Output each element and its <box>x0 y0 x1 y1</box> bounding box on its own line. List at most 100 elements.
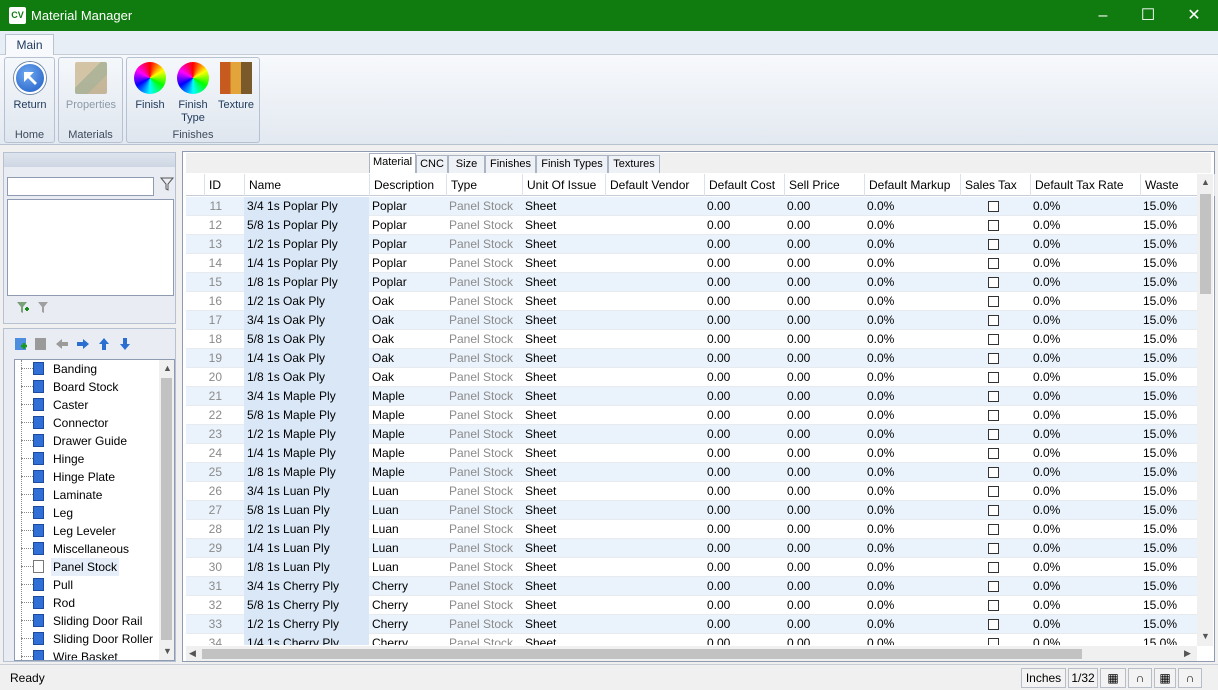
cell-default-cost[interactable]: 0.00 <box>704 539 784 558</box>
calculator-icon[interactable]: ▦ <box>1100 668 1126 688</box>
cell-type[interactable]: Panel Stock <box>446 349 522 368</box>
cell-id[interactable]: 17 <box>204 311 244 330</box>
cell-type[interactable]: Panel Stock <box>446 577 522 596</box>
table-row[interactable]: 19 1/4 1s Oak Ply Oak Panel Stock Sheet 0.00 0… <box>186 349 1197 368</box>
cell-default-cost[interactable]: 0.00 <box>704 254 784 273</box>
row-selector[interactable] <box>186 292 204 311</box>
cell-type[interactable]: Panel Stock <box>446 425 522 444</box>
cell-unit-of-issue[interactable]: Sheet <box>522 463 605 482</box>
column-header-default-tax-rate[interactable]: Default Tax Rate <box>1030 174 1140 196</box>
cell-id[interactable]: 11 <box>204 197 244 216</box>
cell-sales-tax[interactable] <box>960 615 1030 634</box>
cell-waste[interactable]: 15.0% <box>1140 235 1197 254</box>
cell-type[interactable]: Panel Stock <box>446 368 522 387</box>
cell-type[interactable]: Panel Stock <box>446 482 522 501</box>
cell-name[interactable]: 1/2 1s Cherry Ply <box>244 615 369 634</box>
table-row[interactable]: 26 3/4 1s Luan Ply Luan Panel Stock Sheet 0.0… <box>186 482 1197 501</box>
sales-tax-checkbox[interactable] <box>988 467 999 478</box>
tree-item-board-stock[interactable]: Board Stock <box>21 378 161 396</box>
cell-sales-tax[interactable] <box>960 482 1030 501</box>
add-category-icon[interactable] <box>13 337 29 353</box>
cell-default-cost[interactable]: 0.00 <box>704 520 784 539</box>
tree-item-rod[interactable]: Rod <box>21 594 161 612</box>
cell-unit-of-issue[interactable]: Sheet <box>522 615 605 634</box>
cell-default-vendor[interactable] <box>605 273 704 292</box>
cell-default-tax-rate[interactable]: 0.0% <box>1030 539 1140 558</box>
cell-name[interactable]: 1/4 1s Luan Ply <box>244 539 369 558</box>
cell-name[interactable]: 1/8 1s Luan Ply <box>244 558 369 577</box>
cell-unit-of-issue[interactable]: Sheet <box>522 197 605 216</box>
cell-default-vendor[interactable] <box>605 235 704 254</box>
row-selector[interactable] <box>186 482 204 501</box>
cell-default-markup[interactable]: 0.0% <box>864 577 960 596</box>
table-row[interactable]: 25 1/8 1s Maple Ply Maple Panel Stock Sheet 0… <box>186 463 1197 482</box>
cell-default-tax-rate[interactable]: 0.0% <box>1030 444 1140 463</box>
cell-default-markup[interactable]: 0.0% <box>864 273 960 292</box>
table-row[interactable]: 29 1/4 1s Luan Ply Luan Panel Stock Sheet 0.0… <box>186 539 1197 558</box>
cell-id[interactable]: 26 <box>204 482 244 501</box>
table-row[interactable]: 13 1/2 1s Poplar Ply Poplar Panel Stock Shee… <box>186 235 1197 254</box>
tree-item-pull[interactable]: Pull <box>21 576 161 594</box>
cell-sales-tax[interactable] <box>960 349 1030 368</box>
cell-description[interactable]: Poplar <box>369 254 446 273</box>
cell-default-tax-rate[interactable]: 0.0% <box>1030 577 1140 596</box>
grid-vscroll-thumb[interactable] <box>1200 194 1211 294</box>
return-button[interactable]: Return <box>8 62 52 112</box>
finish-button[interactable]: Finish <box>130 62 170 112</box>
move-down-icon[interactable] <box>117 337 133 353</box>
cell-type[interactable]: Panel Stock <box>446 197 522 216</box>
table-row[interactable]: 14 1/4 1s Poplar Ply Poplar Panel Stock Shee… <box>186 254 1197 273</box>
grid-scroll-down-icon[interactable]: ▼ <box>1201 631 1210 641</box>
cell-type[interactable]: Panel Stock <box>446 235 522 254</box>
cell-default-markup[interactable]: 0.0% <box>864 558 960 577</box>
cell-waste[interactable]: 15.0% <box>1140 539 1197 558</box>
tab-material[interactable]: Material <box>369 153 416 173</box>
cell-sales-tax[interactable] <box>960 387 1030 406</box>
cell-sales-tax[interactable] <box>960 501 1030 520</box>
cell-default-cost[interactable]: 0.00 <box>704 558 784 577</box>
sales-tax-checkbox[interactable] <box>988 429 999 440</box>
column-header-sell-price[interactable]: Sell Price <box>784 174 864 196</box>
cell-waste[interactable]: 15.0% <box>1140 577 1197 596</box>
cell-description[interactable]: Poplar <box>369 273 446 292</box>
grid-icon[interactable]: ▦ <box>1154 668 1176 688</box>
cell-waste[interactable]: 15.0% <box>1140 292 1197 311</box>
cell-description[interactable]: Poplar <box>369 216 446 235</box>
sales-tax-checkbox[interactable] <box>988 505 999 516</box>
row-selector[interactable] <box>186 577 204 596</box>
tree-item-miscellaneous[interactable]: Miscellaneous <box>21 540 161 558</box>
cell-default-markup[interactable]: 0.0% <box>864 463 960 482</box>
cell-sales-tax[interactable] <box>960 311 1030 330</box>
add-filter-icon[interactable] <box>16 301 30 315</box>
delete-category-icon[interactable] <box>33 337 49 353</box>
row-selector[interactable] <box>186 558 204 577</box>
table-row[interactable]: 22 5/8 1s Maple Ply Maple Panel Stock Sheet 0… <box>186 406 1197 425</box>
cell-default-markup[interactable]: 0.0% <box>864 197 960 216</box>
cell-sell-price[interactable]: 0.00 <box>784 501 864 520</box>
tree-item-leg-leveler[interactable]: Leg Leveler <box>21 522 161 540</box>
table-row[interactable]: 18 5/8 1s Oak Ply Oak Panel Stock Sheet 0.00 0… <box>186 330 1197 349</box>
cell-name[interactable]: 3/4 1s Maple Ply <box>244 387 369 406</box>
sales-tax-checkbox[interactable] <box>988 334 999 345</box>
table-row[interactable]: 21 3/4 1s Maple Ply Maple Panel Stock Sheet 0… <box>186 387 1197 406</box>
cell-description[interactable]: Oak <box>369 368 446 387</box>
cell-default-vendor[interactable] <box>605 634 704 645</box>
cell-default-tax-rate[interactable]: 0.0% <box>1030 368 1140 387</box>
maximize-button[interactable]: ☐ <box>1125 0 1171 31</box>
cell-sell-price[interactable]: 0.00 <box>784 254 864 273</box>
scroll-up-icon[interactable]: ▲ <box>163 363 172 373</box>
cell-name[interactable]: 5/8 1s Cherry Ply <box>244 596 369 615</box>
cell-name[interactable]: 1/2 1s Luan Ply <box>244 520 369 539</box>
tree-item-caster[interactable]: Caster <box>21 396 161 414</box>
sales-tax-checkbox[interactable] <box>988 391 999 402</box>
tree-scroll-thumb[interactable] <box>161 378 172 640</box>
move-up-icon[interactable] <box>96 337 112 353</box>
cell-sell-price[interactable]: 0.00 <box>784 216 864 235</box>
cell-waste[interactable]: 15.0% <box>1140 425 1197 444</box>
cell-id[interactable]: 27 <box>204 501 244 520</box>
cell-sales-tax[interactable] <box>960 254 1030 273</box>
cell-sell-price[interactable]: 0.00 <box>784 330 864 349</box>
cell-default-markup[interactable]: 0.0% <box>864 330 960 349</box>
cell-default-cost[interactable]: 0.00 <box>704 330 784 349</box>
row-selector[interactable] <box>186 539 204 558</box>
